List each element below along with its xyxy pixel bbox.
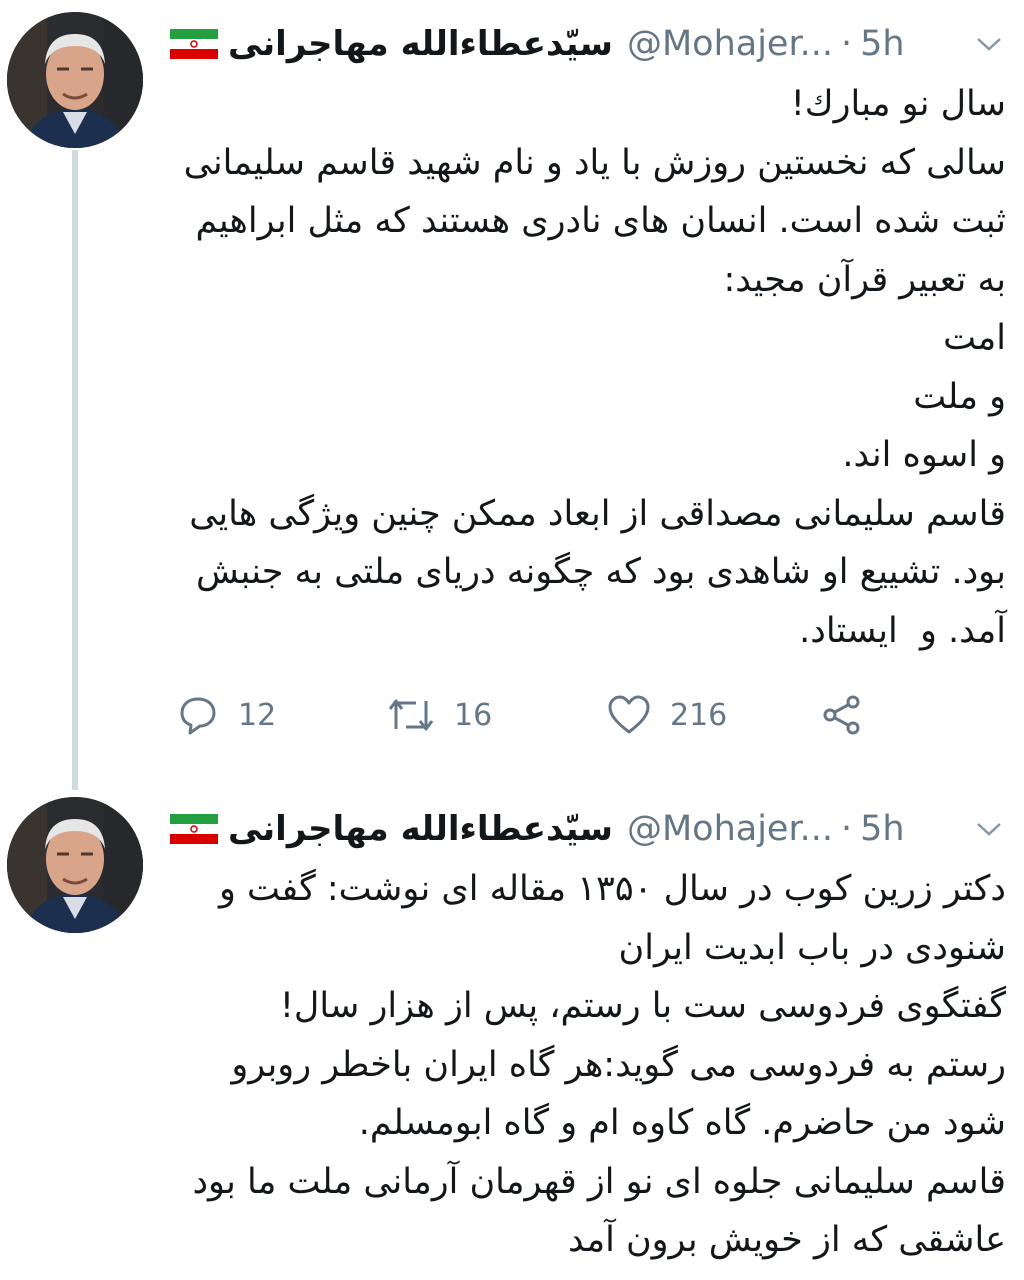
author-name[interactable]: سیّدعطاءالله مهاجرانی bbox=[228, 24, 613, 64]
author-handle[interactable]: @Mohajer... bbox=[627, 809, 833, 849]
iran-flag-icon bbox=[170, 29, 218, 59]
tweet-timestamp[interactable]: 5h bbox=[860, 24, 904, 64]
author-handle[interactable]: @Mohajer... bbox=[627, 24, 833, 64]
avatar-icon bbox=[7, 797, 143, 933]
share-button[interactable] bbox=[821, 690, 863, 740]
heart-icon bbox=[608, 695, 650, 734]
iran-flag-icon bbox=[170, 814, 218, 844]
tweet-header: سیّدعطاءالله مهاجرانی @Mohajer... · 5h bbox=[170, 14, 1008, 74]
tweet-text: دکتر زرین کوب در سال ۱۳۵۰ مقاله ای نوشت:… bbox=[192, 869, 1006, 1260]
retweet-button[interactable]: 16 bbox=[386, 690, 492, 740]
retweet-icon bbox=[388, 699, 434, 731]
reply-count: 12 bbox=[238, 697, 277, 733]
thread-connector-line bbox=[72, 150, 78, 790]
reply-icon bbox=[180, 697, 216, 735]
tweet-actions: 12 16 216 bbox=[176, 690, 876, 740]
separator-dot: · bbox=[841, 809, 853, 849]
avatar[interactable] bbox=[7, 12, 143, 148]
reply-button[interactable]: 12 bbox=[176, 690, 276, 740]
avatar-icon bbox=[7, 12, 143, 148]
author-name[interactable]: سیّدعطاءالله مهاجرانی bbox=[228, 809, 613, 849]
tweet-header: سیّدعطاءالله مهاجرانی @Mohajer... · 5h bbox=[170, 799, 1008, 859]
chevron-down-icon[interactable] bbox=[974, 34, 1004, 54]
tweet-timestamp[interactable]: 5h bbox=[860, 809, 904, 849]
avatar[interactable] bbox=[7, 797, 143, 933]
chevron-down-icon[interactable] bbox=[974, 819, 1004, 839]
tweet-text: سال نو مبارك! سالی که نخستین روزش با یاد… bbox=[183, 84, 1006, 651]
like-count: 216 bbox=[670, 697, 728, 733]
like-button[interactable]: 216 bbox=[606, 690, 727, 740]
retweet-count: 16 bbox=[454, 697, 493, 733]
share-icon bbox=[823, 695, 860, 735]
separator-dot: · bbox=[841, 24, 853, 64]
